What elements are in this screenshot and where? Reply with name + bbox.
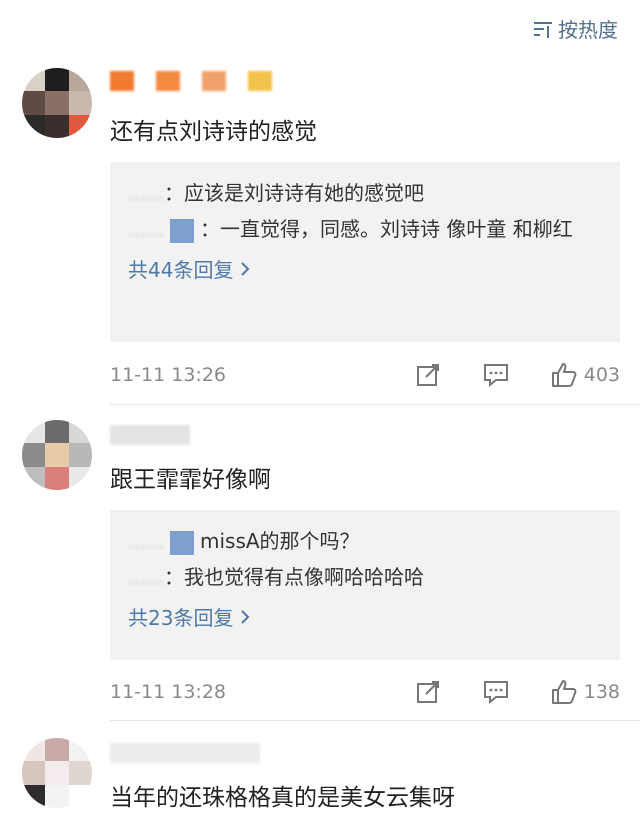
reply-username-redacted[interactable]: …… (128, 214, 164, 248)
avatar[interactable] (22, 68, 92, 138)
comment-meta: 11-11 13:26 403 (110, 358, 620, 392)
like-button[interactable]: 138 (550, 678, 620, 706)
reply-username-redacted[interactable]: …… (128, 526, 164, 560)
comment-text: 跟王霏霏好像啊 (110, 467, 271, 493)
avatar-mosaic-cell (22, 443, 46, 467)
sort-by-hot-button[interactable]: 按热度 (532, 14, 618, 43)
divider (110, 720, 640, 721)
like-count: 138 (583, 681, 620, 703)
comment-meta: 11-11 13:28 138 (110, 675, 620, 709)
sort-label: 按热度 (558, 18, 618, 42)
avatar-mosaic-cell (45, 68, 69, 92)
avatar-mosaic-cell (68, 68, 92, 92)
avatar-mosaic-cell (45, 738, 69, 762)
divider (110, 404, 640, 405)
username-redacted[interactable] (110, 742, 330, 764)
more-replies-label: 共23条回复 (128, 606, 234, 630)
reply-content: ：一直觉得，同感。刘诗诗 像叶童 和柳红 (200, 217, 573, 241)
thumbs-up-icon (551, 363, 577, 387)
reply-box[interactable]: …… missA的那个吗？ ……：我也觉得有点像啊哈哈哈哈 共23条回复 (110, 510, 620, 660)
redaction-block (170, 530, 194, 555)
more-replies-label: 共44条回复 (128, 258, 234, 282)
timestamp: 11-11 13:26 (110, 364, 227, 386)
username-redacted[interactable] (110, 70, 330, 92)
reply-username-redacted[interactable]: …… (128, 178, 164, 212)
avatar-mosaic-cell (22, 784, 46, 808)
avatar-mosaic-cell (68, 761, 92, 785)
avatar-mosaic-cell (68, 91, 92, 115)
avatar-mosaic-cell (68, 420, 92, 444)
avatar-mosaic-cell (45, 466, 69, 490)
avatar-mosaic-cell (68, 738, 92, 762)
repost-icon (416, 364, 439, 386)
reply-item: ……：应该是刘诗诗有她的感觉吧 (128, 176, 602, 212)
reply-button[interactable] (482, 361, 510, 389)
avatar-mosaic-cell (22, 738, 46, 762)
avatar-mosaic-cell (22, 114, 46, 138)
comment-icon (483, 364, 508, 388)
reply-item: …… missA的那个吗？ (128, 524, 602, 560)
avatar-mosaic-cell (68, 114, 92, 138)
avatar[interactable] (22, 738, 92, 808)
like-count: 403 (583, 364, 620, 386)
username-redacted[interactable] (110, 424, 330, 446)
reply-content: ：应该是刘诗诗有她的感觉吧 (164, 181, 424, 205)
more-replies-link[interactable]: 共44条回复 (128, 254, 602, 283)
avatar-mosaic-cell (22, 420, 46, 444)
reply-item: …… ：一直觉得，同感。刘诗诗 像叶童 和柳红 (128, 212, 602, 248)
reply-item: ……：我也觉得有点像啊哈哈哈哈 (128, 560, 602, 596)
timestamp: 11-11 13:28 (110, 681, 227, 703)
comment-text: 还有点刘诗诗的感觉 (110, 119, 317, 145)
avatar-mosaic-cell (22, 91, 46, 115)
sort-icon (534, 21, 552, 38)
more-replies-link[interactable]: 共23条回复 (128, 602, 602, 631)
reply-username-redacted[interactable]: …… (128, 562, 164, 596)
reply-button[interactable] (482, 678, 510, 706)
avatar-mosaic-cell (68, 466, 92, 490)
reply-content: ：我也觉得有点像啊哈哈哈哈 (164, 565, 424, 589)
avatar-mosaic-cell (68, 443, 92, 467)
reply-box[interactable]: ……：应该是刘诗诗有她的感觉吧 …… ：一直觉得，同感。刘诗诗 像叶童 和柳红 共… (110, 162, 620, 342)
thumbs-up-icon (551, 680, 577, 704)
like-button[interactable]: 403 (550, 361, 620, 389)
repost-button[interactable] (414, 678, 442, 706)
avatar-mosaic-cell (45, 91, 69, 115)
avatar-mosaic-cell (22, 466, 46, 490)
comment-icon (483, 681, 508, 705)
avatar-mosaic-cell (22, 68, 46, 92)
avatar-mosaic-cell (45, 114, 69, 138)
avatar-mosaic-cell (45, 420, 69, 444)
chevron-right-icon (241, 261, 250, 276)
redaction-block (170, 218, 194, 243)
avatar-mosaic-cell (22, 761, 46, 785)
comment-text: 当年的还珠格格真的是美女云集呀 (110, 785, 455, 811)
avatar-mosaic-cell (45, 443, 69, 467)
reply-content: missA的那个吗？ (200, 529, 360, 553)
avatar-mosaic-cell (45, 784, 69, 808)
repost-button[interactable] (414, 361, 442, 389)
repost-icon (416, 681, 439, 703)
avatar[interactable] (22, 420, 92, 490)
avatar-mosaic-cell (45, 761, 69, 785)
chevron-right-icon (241, 609, 250, 624)
avatar-mosaic-cell (68, 784, 92, 808)
